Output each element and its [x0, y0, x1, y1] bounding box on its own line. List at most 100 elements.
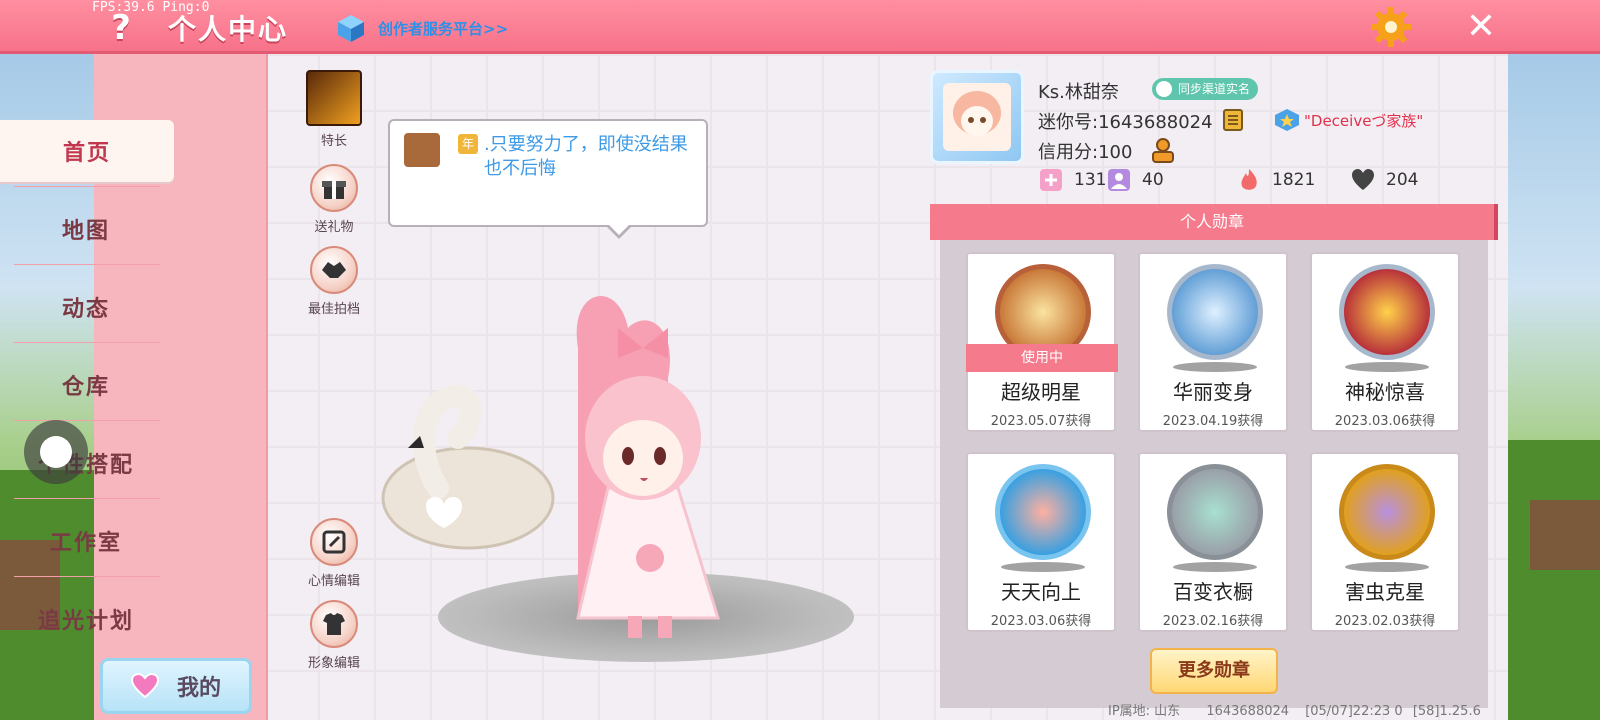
mood-edit-button[interactable]: 心情编辑 — [294, 518, 374, 589]
best-partner-button[interactable]: 最佳拍档 — [294, 246, 374, 317]
sidebar-divider — [14, 186, 160, 187]
medal-name: 害虫克星 — [1345, 580, 1425, 604]
mine-label: 我的 — [176, 676, 221, 701]
medal-date: 2023.02.16获得 — [1162, 614, 1264, 629]
ip-location: IP属地: 山东 — [1108, 704, 1181, 719]
sidebar-item-warehouse[interactable]: 仓库 — [0, 354, 172, 416]
handshake-icon — [310, 246, 358, 294]
footer-id: 1643688024 — [1206, 704, 1290, 719]
medal-name: 天天向上 — [1001, 580, 1081, 604]
clan-name[interactable]: "Deceiveづ家族" — [1304, 110, 1423, 131]
like-icon — [1352, 169, 1374, 190]
medal-shadow — [1345, 562, 1429, 572]
profile-avatar — [943, 83, 1011, 151]
sidebar-item-home[interactable]: 首页 — [0, 120, 174, 182]
sidebar-divider — [14, 576, 160, 577]
medal-gift-icon — [1339, 264, 1435, 360]
sidebar-item-label: 仓库 — [61, 375, 110, 400]
heart-icon — [130, 673, 159, 699]
medal-card[interactable]: 天天向上 2023.03.06获得 — [966, 452, 1116, 632]
skill-icon — [306, 70, 362, 126]
bubble-tail-inner — [607, 223, 631, 235]
footer-timestamp: [05/07]22:23 0 — [1305, 704, 1403, 719]
medal-date: 2023.03.06获得 — [1334, 414, 1436, 429]
medal-in-use-badge: 使用中 — [966, 344, 1118, 372]
copy-icon[interactable] — [1222, 108, 1244, 132]
stat-fans[interactable]: 40 — [1106, 166, 1164, 194]
stat-friends[interactable]: 131 — [1038, 166, 1106, 194]
bubble-avatar-icon — [404, 133, 440, 167]
mood-edit-label: 心情编辑 — [307, 574, 360, 589]
user-card-icon[interactable] — [1150, 136, 1176, 164]
medal-name: 华丽变身 — [1173, 380, 1253, 404]
medal-card[interactable]: 使用中 超级明星 2023.05.07获得 — [966, 252, 1118, 432]
add-friend-icon — [1040, 169, 1062, 191]
sidebar-divider — [14, 342, 160, 343]
stat-likes-value: 204 — [1386, 170, 1419, 190]
background-block-right — [1530, 500, 1600, 570]
mood-text: .只要努力了，即使没结果也不后悔 — [484, 134, 688, 179]
medal-section-header: 个人勋章 — [930, 204, 1498, 240]
edit-icon — [310, 518, 358, 566]
send-gift-label: 送礼物 — [314, 220, 354, 235]
stat-friends-value: 131 — [1074, 170, 1107, 190]
outfit-icon — [310, 600, 358, 648]
medal-shadow — [1173, 362, 1257, 372]
mini-id: 迷你号:1643688024 — [1038, 112, 1213, 133]
stat-popularity[interactable]: 1821 — [1236, 166, 1315, 194]
medal-shadow — [1345, 362, 1429, 372]
sidebar-item-light-plan[interactable]: 追光计划 — [0, 588, 172, 650]
sidebar-item-studio[interactable]: 工作室 — [0, 510, 172, 572]
fire-icon — [1241, 169, 1257, 190]
medal-name: 百变衣橱 — [1173, 580, 1253, 604]
profile-avatar-frame[interactable] — [930, 70, 1024, 164]
medal-shadow — [1173, 562, 1257, 572]
sidebar-divider — [14, 498, 160, 499]
question-icon[interactable]: ? — [104, 8, 138, 48]
medal-pest-icon — [1339, 464, 1435, 560]
sidebar-item-label: 追光计划 — [37, 609, 134, 634]
medal-card[interactable]: 神秘惊喜 2023.03.06获得 — [1310, 252, 1460, 432]
footer-version: [58]1.25.6 — [1412, 704, 1481, 719]
avatar-edit-button[interactable]: 形象编辑 — [294, 600, 374, 671]
close-icon[interactable]: ✕ — [1462, 8, 1500, 46]
mood-bubble: 年 .只要努力了，即使没结果也不后悔 — [388, 119, 708, 227]
more-medals-button[interactable]: 更多勋章 — [1150, 648, 1278, 694]
medal-card[interactable]: 害虫克星 2023.02.03获得 — [1310, 452, 1460, 632]
gear-icon[interactable] — [1370, 6, 1412, 48]
stat-fans-value: 40 — [1142, 170, 1164, 190]
gift-icon — [310, 164, 358, 212]
username: Ks.林甜奈 — [1038, 82, 1119, 103]
sidebar-item-map[interactable]: 地图 — [0, 198, 172, 260]
realname-badge[interactable]: 同步渠道实名 — [1152, 78, 1259, 100]
background-grass-right — [1508, 440, 1600, 720]
medal-name: 神秘惊喜 — [1345, 380, 1425, 404]
medal-date: 2023.04.19获得 — [1162, 414, 1264, 429]
sidebar-item-label: 首页 — [62, 141, 111, 166]
medal-card[interactable]: 华丽变身 2023.04.19获得 — [1138, 252, 1288, 432]
sidebar-item-label: 工作室 — [49, 531, 122, 556]
medal-daily-icon — [995, 464, 1091, 560]
player-avatar[interactable] — [378, 288, 758, 648]
best-partner-label: 最佳拍档 — [307, 302, 360, 317]
footer-info: IP属地: 山东 1643688024 [05/07]22:23 0 [58]1… — [1108, 700, 1481, 719]
medal-date: 2023.02.03获得 — [1334, 614, 1436, 629]
medal-card[interactable]: 百变衣橱 2023.02.16获得 — [1138, 452, 1288, 632]
sidebar-divider — [14, 264, 160, 265]
year-badge-label: 年 — [458, 134, 478, 154]
stat-likes[interactable]: 204 — [1350, 166, 1418, 194]
creator-platform-link[interactable]: 创作者服务平台>> — [336, 8, 508, 48]
medal-wardrobe-icon — [1167, 464, 1263, 560]
send-gift-button[interactable]: 送礼物 — [294, 164, 374, 235]
sidebar-item-label: 地图 — [61, 219, 110, 244]
clan-icon — [1275, 109, 1299, 131]
medal-transform-icon — [1167, 264, 1263, 360]
mine-button[interactable]: 我的 — [100, 658, 252, 714]
credit-score: 信用分:100 — [1038, 142, 1133, 163]
skill-button[interactable]: 特长 — [294, 70, 374, 149]
sidebar-item-feed[interactable]: 动态 — [0, 276, 172, 338]
floating-assistive-button[interactable] — [24, 420, 88, 484]
medal-name: 超级明星 — [1001, 380, 1081, 404]
medal-date: 2023.05.07获得 — [990, 414, 1092, 429]
medal-date: 2023.03.06获得 — [990, 614, 1092, 629]
